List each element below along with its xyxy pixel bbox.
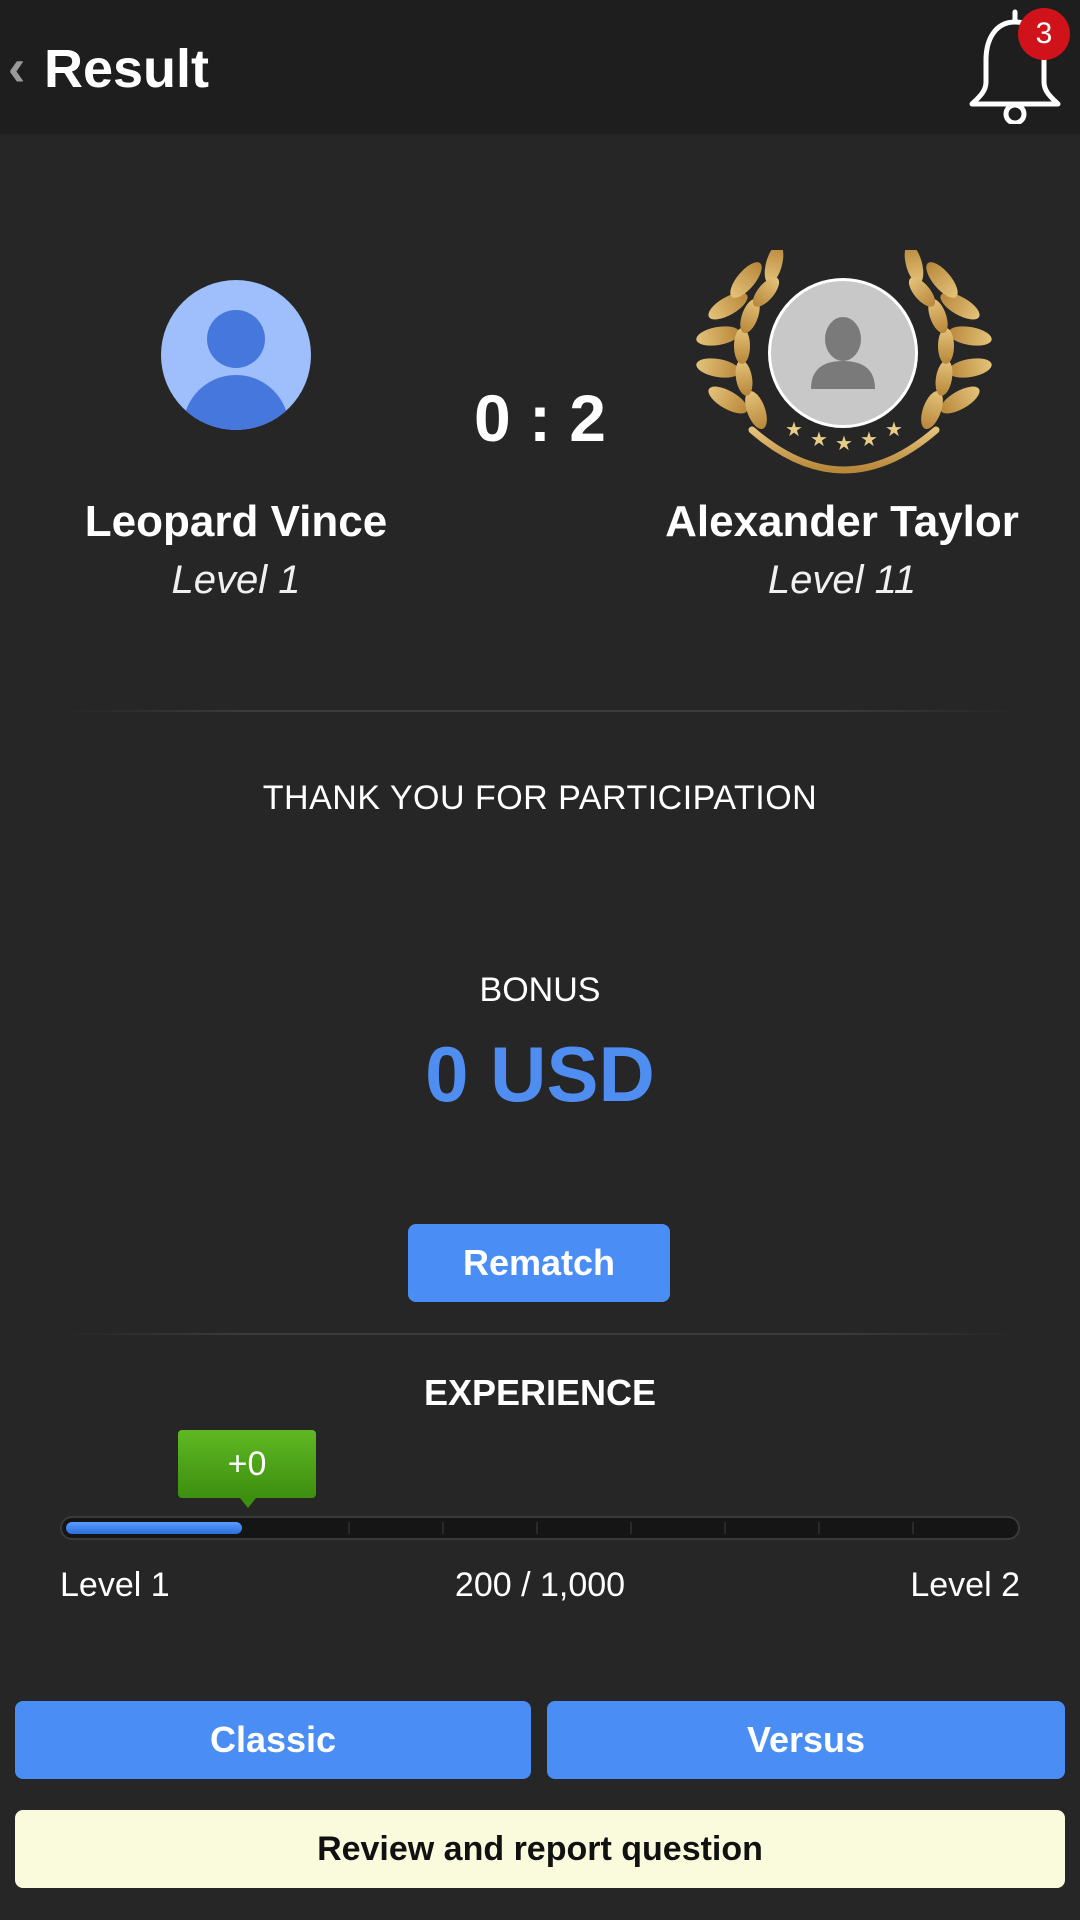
svg-text:★: ★: [835, 431, 853, 455]
svg-text:★: ★: [885, 417, 903, 441]
player-level: Level 1: [171, 558, 301, 602]
match-score: 0 : 2: [473, 381, 607, 455]
top-bar: ‹ Result 3: [0, 0, 1080, 134]
notification-count-badge[interactable]: 3: [1018, 8, 1070, 60]
experience-gain-tag: +0: [178, 1430, 316, 1498]
svg-text:★: ★: [785, 417, 803, 441]
progress-tick: [724, 1522, 726, 1534]
page-title[interactable]: Result: [44, 34, 209, 104]
versus-button[interactable]: Versus: [547, 1701, 1065, 1779]
result-message: THANK YOU FOR PARTICIPATION: [262, 779, 818, 817]
progress-tick: [442, 1522, 444, 1534]
classic-button[interactable]: Classic: [15, 1701, 531, 1779]
progress-tick: [630, 1522, 632, 1534]
opponent-level: Level 11: [767, 558, 917, 602]
progress-tick: [536, 1522, 538, 1534]
experience-title: EXPERIENCE: [423, 1372, 657, 1413]
experience-progress-fill: [66, 1522, 242, 1534]
svg-text:★: ★: [810, 427, 828, 451]
divider: [60, 710, 1020, 712]
progress-tick: [818, 1522, 820, 1534]
next-level-label: Level 2: [910, 1566, 1020, 1604]
rematch-button[interactable]: Rematch: [408, 1224, 670, 1302]
player-card: Leopard Vince Level 1: [26, 280, 446, 602]
user-avatar-icon: [161, 280, 311, 430]
progress-tick: [912, 1522, 914, 1534]
bonus-amount: 0 USD: [425, 1030, 655, 1118]
opponent-name: Alexander Taylor: [665, 497, 1019, 546]
review-report-button[interactable]: Review and report question: [15, 1810, 1065, 1888]
progress-tick: [348, 1522, 350, 1534]
chevron-left-icon[interactable]: ‹: [8, 38, 38, 98]
svg-text:★: ★: [860, 427, 878, 451]
experience-gain-pointer: [240, 1498, 256, 1508]
bonus-label: BONUS: [479, 971, 601, 1009]
divider: [60, 1333, 1020, 1335]
default-avatar-icon: [768, 278, 918, 428]
player-name: Leopard Vince: [84, 497, 388, 546]
experience-progress-bar: [60, 1516, 1020, 1540]
